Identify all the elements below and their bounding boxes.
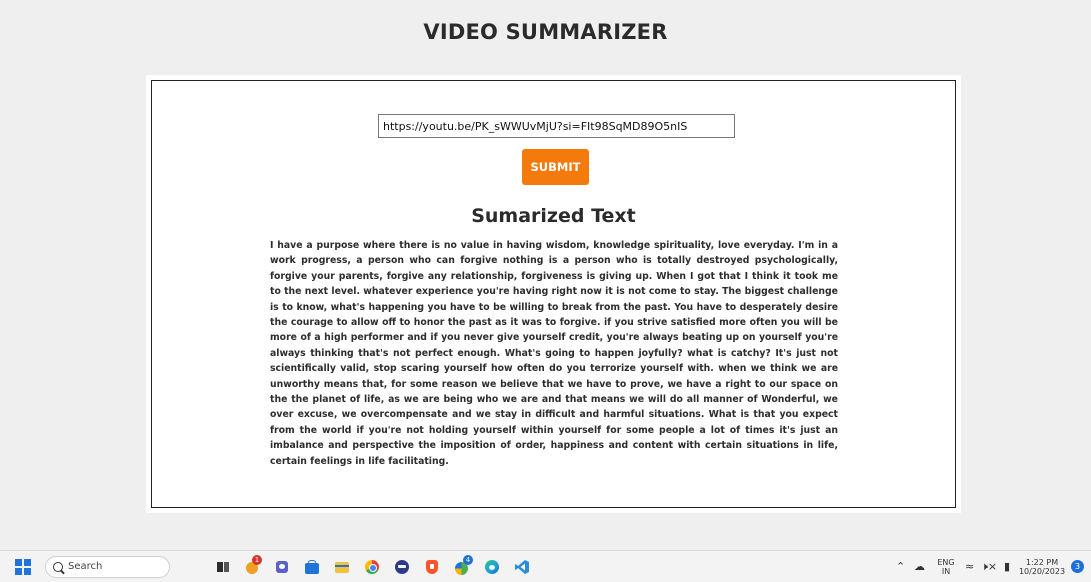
media-icon[interactable] [394, 559, 410, 575]
main-card: SUBMIT Sumarized Text I have a purpose w… [146, 75, 961, 513]
submit-button[interactable]: SUBMIT [522, 149, 589, 185]
video-url-input[interactable] [378, 114, 735, 138]
summary-text: I have a purpose where there is no value… [270, 240, 838, 467]
battery-icon[interactable]: ▮ [1004, 560, 1010, 573]
cloud-icon[interactable]: ☁ [914, 560, 925, 573]
app-icon-notification[interactable]: 4 [454, 555, 473, 575]
language-code: ENG [937, 558, 955, 567]
edge-icon[interactable] [484, 559, 500, 575]
brave-icon[interactable] [424, 559, 440, 575]
task-view-icon[interactable] [215, 559, 231, 575]
app-badge: 1 [252, 555, 262, 565]
chat-icon[interactable] [274, 559, 290, 575]
taskbar-search-label: Search [68, 561, 103, 572]
search-icon [53, 562, 63, 572]
start-icon[interactable] [15, 559, 31, 575]
speaker-muted-icon[interactable]: 🕨× [981, 560, 997, 574]
app-notification-badge: 4 [463, 555, 473, 565]
language-indicator[interactable]: ENG IN [935, 558, 957, 576]
file-explorer-icon[interactable] [334, 559, 350, 575]
clock-date: 10/20/2023 [1018, 567, 1066, 576]
browser-page: VIDEO SUMMARIZER SUBMIT Sumarized Text I… [0, 0, 1091, 582]
app-title: VIDEO SUMMARIZER [423, 20, 668, 44]
notification-count-badge[interactable]: 3 [1071, 560, 1084, 573]
windows-taskbar: Search 1 4 ⌃ ☁ ENG IN ≈ 🕨× ▮ 1:22 PM 10/… [0, 550, 1091, 582]
vscode-glyph [515, 560, 529, 574]
app-icon-badge[interactable]: 1 [244, 555, 262, 575]
summary-heading: Sumarized Text [471, 205, 636, 227]
clock[interactable]: 1:22 PM 10/20/2023 [1018, 558, 1066, 576]
wifi-icon[interactable]: ≈ [965, 560, 974, 573]
clock-time: 1:22 PM [1025, 558, 1059, 567]
chrome-icon[interactable] [364, 559, 380, 575]
chevron-up-icon[interactable]: ⌃ [896, 560, 905, 573]
store-icon[interactable] [304, 559, 320, 575]
vscode-icon[interactable] [514, 559, 530, 575]
card-frame: SUBMIT Sumarized Text I have a purpose w… [151, 80, 956, 508]
taskbar-search[interactable]: Search [45, 556, 170, 578]
region-code: IN [941, 567, 951, 576]
